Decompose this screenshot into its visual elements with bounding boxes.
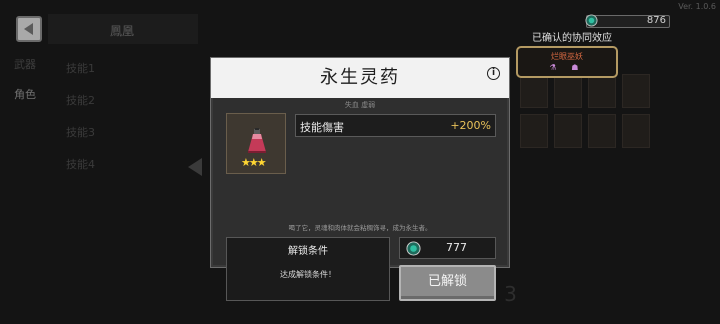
potion-icon: [248, 128, 266, 153]
category-item: 武器: [14, 58, 36, 71]
menu-item: 技能4: [66, 158, 95, 171]
card-slot: [554, 114, 582, 148]
synergy-card[interactable]: 烂眼巫妖 ⚗ ☗: [516, 46, 618, 78]
unlock-condition-text: 达成解锁条件！: [280, 270, 336, 279]
item-icon-frame: ★★★: [226, 113, 286, 174]
teal-gem-icon: [585, 14, 598, 27]
menu-item: 技能3: [66, 126, 95, 139]
menu-item: 技能2: [66, 94, 95, 107]
card-slot: [554, 74, 582, 108]
unlock-title: 解锁条件: [288, 246, 328, 257]
currency-value: 876: [646, 15, 666, 26]
stat-name: 技能傷害: [300, 121, 344, 134]
unlocked-button[interactable]: 已解锁: [399, 265, 496, 301]
category-item: 角色: [14, 88, 36, 101]
card-slot: [622, 74, 650, 108]
unlock-condition-box: 解锁条件 达成解锁条件！: [226, 237, 390, 301]
background-menu-list: 技能1 技能2 技能3 技能4: [66, 60, 95, 188]
card-slot: [588, 74, 616, 108]
gem-icon: [406, 241, 421, 256]
cost-value: 777: [446, 241, 467, 254]
back-arrow-icon: [24, 23, 33, 35]
menu-item: 技能1: [66, 62, 95, 75]
card-slot: [520, 74, 548, 108]
modal-body: 失血 虚弱 ★★★ 技能傷害 +200% 喝了它，灵魂和肉体就会粘稠饰寻，成为永…: [213, 98, 507, 301]
card-slot: [622, 114, 650, 148]
stat-row: 技能傷害 +200%: [295, 114, 496, 137]
background-category-list: 武器 角色: [14, 56, 36, 116]
rarity-stars: ★★★: [241, 156, 267, 169]
background-title: 鳳凰: [110, 24, 135, 38]
synergy-name: 烂眼巫妖: [551, 52, 583, 61]
version-label: Ver. 1.0.6: [678, 2, 716, 11]
info-icon[interactable]: i: [487, 67, 500, 80]
item-description: 喝了它，灵魂和肉体就会粘稠饰寻，成为永生者。: [288, 224, 432, 232]
synergy-title: 已确认的协同效应: [532, 33, 612, 44]
item-detail-modal: 永生灵药 i 失血 虚弱 ★★★ 技能傷害 +200% 喝了它，灵魂和肉体就会粘…: [210, 57, 510, 301]
unlock-cost: 777: [399, 237, 496, 259]
back-button[interactable]: [16, 16, 42, 42]
currency-counter: 876: [585, 14, 670, 28]
item-tags: 失血 虚弱: [344, 101, 376, 109]
modal-title: 永生灵药: [211, 58, 509, 98]
stat-value: +200%: [450, 119, 491, 132]
synergy-icons: ⚗ ☗: [549, 63, 585, 72]
card-slot: [588, 114, 616, 148]
left-arrow-icon: [188, 158, 202, 176]
card-slot: [520, 114, 548, 148]
